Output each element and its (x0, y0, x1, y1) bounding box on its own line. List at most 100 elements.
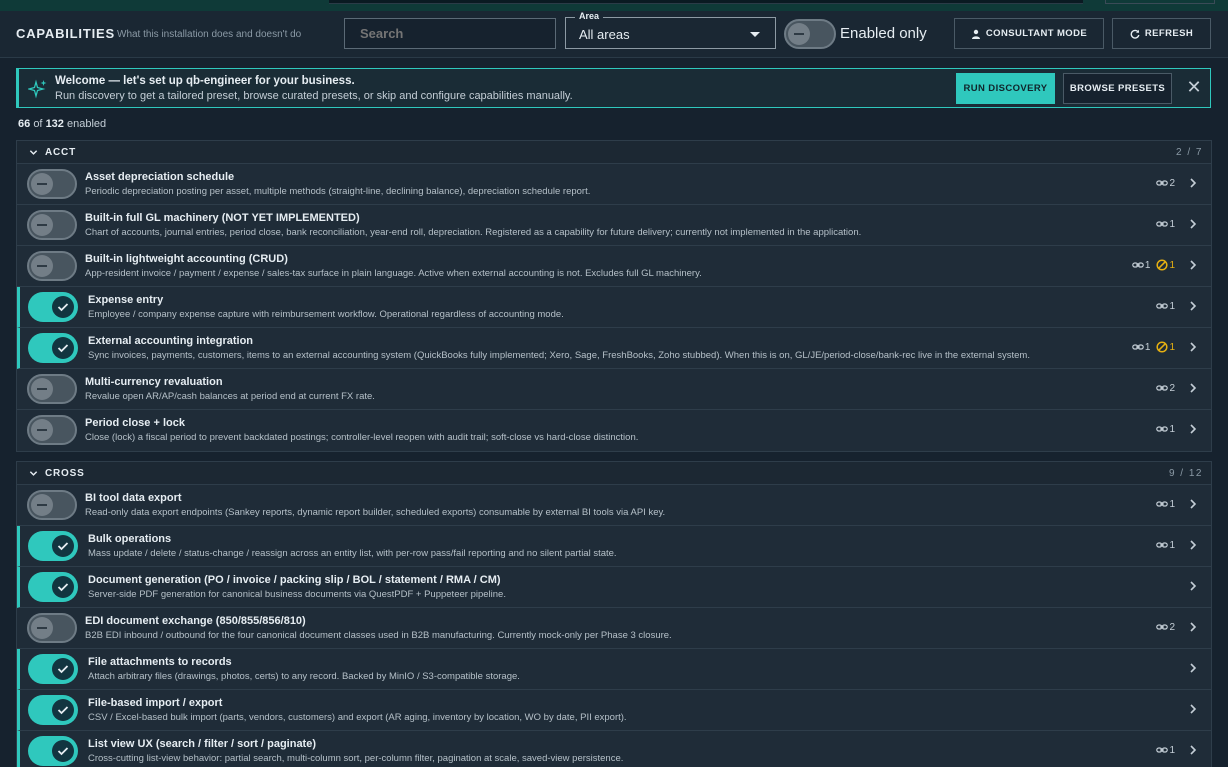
chevron-right-icon[interactable] (1189, 498, 1197, 510)
run-discovery-button[interactable]: RUN DISCOVERY (956, 73, 1055, 104)
chevron-right-icon[interactable] (1189, 703, 1197, 715)
page-header: CAPABILITIES What this installation does… (0, 11, 1228, 58)
chevron-right-icon[interactable] (1189, 218, 1197, 230)
capability-row[interactable]: Expense entry Employee / company expense … (17, 287, 1211, 328)
capability-toggle[interactable] (28, 572, 78, 602)
capability-row[interactable]: File attachments to records Attach arbitr… (17, 649, 1211, 690)
capability-toggle[interactable] (28, 292, 78, 322)
consultant-mode-button[interactable]: CONSULTANT MODE (954, 18, 1104, 49)
chevron-right-icon[interactable] (1189, 621, 1197, 633)
chevron-right-icon[interactable] (1189, 177, 1197, 189)
enabled-only-toggle[interactable] (784, 19, 836, 49)
capability-title: Document generation (PO / invoice / pack… (88, 574, 501, 586)
top-tab-area (329, 0, 1083, 4)
conflict-count: 1 (1156, 259, 1175, 271)
toggle-knob (52, 296, 74, 318)
capability-toggle[interactable] (27, 490, 77, 520)
capability-toggle[interactable] (28, 695, 78, 725)
capability-toggle[interactable] (27, 374, 77, 404)
capability-description: Attach arbitrary files (drawings, photos… (88, 671, 520, 682)
browse-presets-button[interactable]: BROWSE PRESETS (1063, 73, 1172, 104)
toggle-knob (52, 337, 74, 359)
capability-meta: 1 (1156, 218, 1197, 230)
capability-row[interactable]: External accounting integration Sync invo… (17, 328, 1211, 369)
welcome-banner: Welcome — let's set up qb-engineer for y… (16, 68, 1211, 108)
capability-row[interactable]: Multi-currency revaluation Revalue open A… (17, 369, 1211, 410)
capability-toggle[interactable] (28, 531, 78, 561)
chevron-right-icon[interactable] (1189, 300, 1197, 312)
enabled-only-label: Enabled only (840, 25, 927, 42)
capability-meta: 1 (1156, 744, 1197, 756)
enabled-counter: 66 of 132 enabled (18, 118, 106, 130)
conflict-count: 1 (1156, 341, 1175, 353)
check-icon (57, 706, 69, 715)
chevron-right-icon[interactable] (1189, 382, 1197, 394)
capability-description: Close (lock) a fiscal period to prevent … (85, 432, 639, 443)
counter-suffix: enabled (66, 118, 107, 130)
section-header[interactable]: ACCT 2 / 7 (17, 141, 1211, 164)
toggle-knob (52, 658, 74, 680)
chevron-right-icon[interactable] (1189, 744, 1197, 756)
toggle-knob (31, 214, 53, 236)
capability-title: List view UX (search / filter / sort / p… (88, 738, 317, 750)
capability-toggle[interactable] (28, 736, 78, 766)
capability-row[interactable]: List view UX (search / filter / sort / p… (17, 731, 1211, 767)
capability-description: Revalue open AR/AP/cash balances at peri… (85, 391, 375, 402)
capability-row[interactable]: BI tool data export Read-only data export… (17, 485, 1211, 526)
total-count: 132 (45, 118, 64, 130)
link-icon (1156, 624, 1169, 630)
area-value: All areas (579, 27, 630, 42)
capability-toggle[interactable] (27, 415, 77, 445)
toggle-knob (31, 173, 53, 195)
capability-description: Chart of accounts, journal entries, peri… (85, 227, 862, 238)
capability-row[interactable]: Bulk operations Mass update / delete / st… (17, 526, 1211, 567)
area-label: Area (575, 11, 604, 21)
dependency-count-value: 1 (1169, 218, 1175, 230)
capability-row[interactable]: EDI document exchange (850/855/856/810) B… (17, 608, 1211, 649)
toggle-knob (31, 617, 53, 639)
blocked-icon (1156, 259, 1168, 271)
capability-row[interactable]: Document generation (PO / invoice / pack… (17, 567, 1211, 608)
dependency-count: 1 (1156, 218, 1175, 230)
section-header[interactable]: CROSS 9 / 12 (17, 462, 1211, 485)
chevron-right-icon[interactable] (1189, 423, 1197, 435)
top-strip (0, 0, 1228, 11)
refresh-label: REFRESH (1144, 28, 1194, 39)
capability-toggle[interactable] (27, 613, 77, 643)
counter-of: of (33, 118, 43, 130)
capability-toggle[interactable] (27, 169, 77, 199)
search-input[interactable] (344, 18, 556, 49)
chevron-right-icon[interactable] (1189, 580, 1197, 592)
capability-list: BI tool data export Read-only data export… (17, 485, 1211, 767)
dependency-count-value: 1 (1169, 539, 1175, 551)
chevron-down-icon (750, 32, 760, 37)
capability-meta: 1 (1156, 498, 1197, 510)
refresh-button[interactable]: REFRESH (1112, 18, 1211, 49)
capability-description: App-resident invoice / payment / expense… (85, 268, 702, 279)
capability-row[interactable]: Period close + lock Close (lock) a fiscal… (17, 410, 1211, 451)
toggle-knob (788, 23, 810, 45)
capability-row[interactable]: File-based import / export CSV / Excel-ba… (17, 690, 1211, 731)
capability-toggle[interactable] (27, 210, 77, 240)
capability-toggle[interactable] (27, 251, 77, 281)
chevron-right-icon[interactable] (1189, 341, 1197, 353)
capability-row[interactable]: Asset depreciation schedule Periodic depr… (17, 164, 1211, 205)
chevron-right-icon[interactable] (1189, 539, 1197, 551)
dependency-count: 1 (1132, 341, 1150, 353)
check-icon (57, 747, 69, 756)
chevron-right-icon[interactable] (1189, 259, 1197, 271)
capability-title: External accounting integration (88, 335, 254, 347)
page-subtitle: What this installation does and doesn't … (117, 29, 302, 40)
capability-title: Period close + lock (85, 417, 185, 429)
dependency-count: 1 (1156, 300, 1175, 312)
check-icon (57, 583, 69, 592)
capability-toggle[interactable] (28, 654, 78, 684)
chevron-right-icon[interactable] (1189, 662, 1197, 674)
capability-row[interactable]: Built-in full GL machinery (NOT YET IMPL… (17, 205, 1211, 246)
capability-row[interactable]: Built-in lightweight accounting (CRUD) Ap… (17, 246, 1211, 287)
chevron-down-icon (29, 150, 38, 155)
capability-toggle[interactable] (28, 333, 78, 363)
capability-description: Mass update / delete / status-change / r… (88, 548, 617, 559)
section-count: 9 / 12 (1168, 468, 1203, 479)
close-icon[interactable]: ✕ (1184, 77, 1204, 97)
